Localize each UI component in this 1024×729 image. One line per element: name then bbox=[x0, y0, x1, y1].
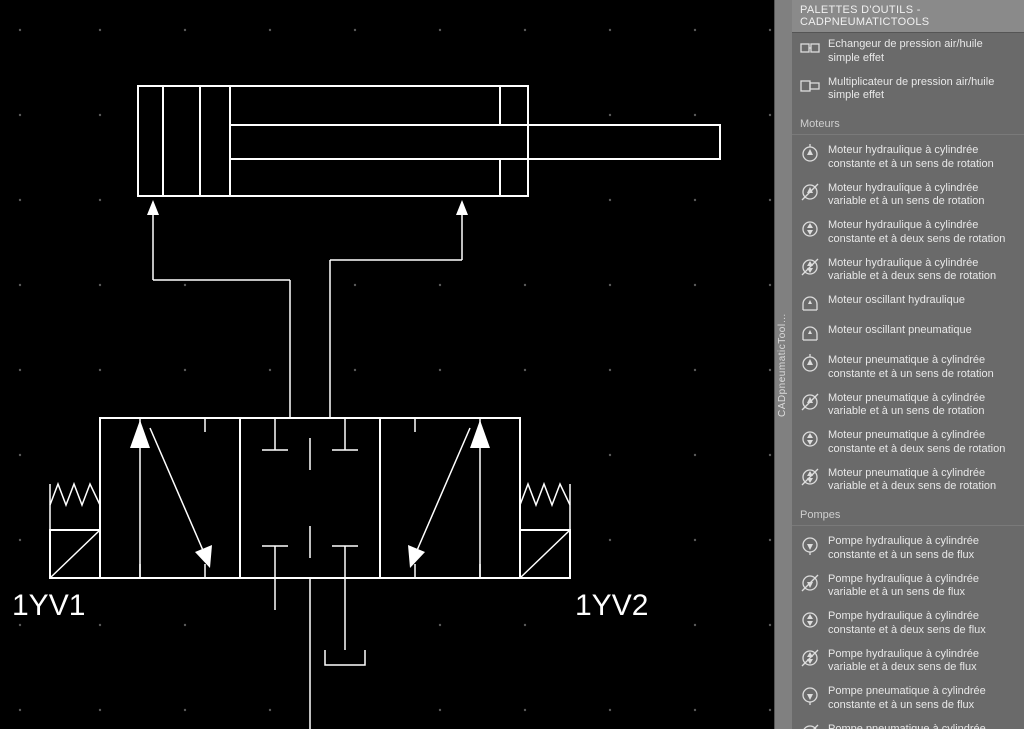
pump-var-1-icon bbox=[800, 573, 820, 593]
tool-0-0[interactable]: Moteur hydraulique à cylindrée constante… bbox=[792, 139, 1024, 177]
tool-0-5[interactable]: Moteur oscillant pneumatique bbox=[792, 319, 1024, 349]
motor-const-1-icon bbox=[800, 354, 820, 374]
solenoid-right bbox=[520, 530, 570, 578]
motor-const-2-icon bbox=[800, 429, 820, 449]
directional-valve bbox=[100, 418, 520, 578]
pump-const-1-icon bbox=[800, 535, 820, 555]
tool-label: Moteur hydraulique à cylindrée variable … bbox=[828, 257, 1016, 285]
palette-title: PALETTES D'OUTILS - CADPNEUMATICTOOLS bbox=[792, 0, 1024, 33]
tool-label: Moteur hydraulique à cylindrée variable … bbox=[828, 182, 1016, 210]
pump-const-2-icon bbox=[800, 610, 820, 630]
tool-top-1[interactable]: Multiplicateur de pression air/huile sim… bbox=[792, 71, 1024, 109]
tool-0-4[interactable]: Moteur oscillant hydraulique bbox=[792, 289, 1024, 319]
spring-left bbox=[50, 484, 100, 530]
tool-label: Moteur pneumatique à cylindrée constante… bbox=[828, 429, 1016, 457]
tool-label: Moteur oscillant hydraulique bbox=[828, 294, 1016, 308]
motor-const-1-icon bbox=[800, 144, 820, 164]
tool-0-2[interactable]: Moteur hydraulique à cylindrée constante… bbox=[792, 214, 1024, 252]
tool-label: Echangeur de pression air/huile simple e… bbox=[828, 38, 1016, 66]
tool-1-4[interactable]: Pompe pneumatique à cylindrée constante … bbox=[792, 680, 1024, 718]
tool-0-9[interactable]: Moteur pneumatique à cylindrée variable … bbox=[792, 462, 1024, 500]
tool-1-5[interactable]: Pompe pneumatique à cylindrée variable e… bbox=[792, 718, 1024, 729]
tool-label: Pompe hydraulique à cylindrée constante … bbox=[828, 535, 1016, 563]
palette-vertical-tab[interactable]: CADpneumaticTool… bbox=[774, 0, 792, 729]
multiplier-icon bbox=[800, 76, 820, 96]
motor-var-1-icon bbox=[800, 182, 820, 202]
grid-dots bbox=[19, 29, 771, 711]
tool-1-2[interactable]: Pompe hydraulique à cylindrée constante … bbox=[792, 605, 1024, 643]
section-header: Pompes bbox=[792, 499, 1024, 526]
tool-top-0[interactable]: Echangeur de pression air/huile simple e… bbox=[792, 33, 1024, 71]
tool-palette: CADpneumaticTool… PALETTES D'OUTILS - CA… bbox=[774, 0, 1024, 729]
ports bbox=[275, 578, 365, 729]
tool-label: Pompe hydraulique à cylindrée variable e… bbox=[828, 648, 1016, 676]
label-1yv1: 1YV1 bbox=[12, 589, 85, 622]
tool-label: Moteur pneumatique à cylindrée variable … bbox=[828, 467, 1016, 495]
connection-lines bbox=[147, 200, 468, 418]
tool-label: Pompe pneumatique à cylindrée variable e… bbox=[828, 723, 1016, 729]
pump-var-1-icon bbox=[800, 723, 820, 729]
tool-0-6[interactable]: Moteur pneumatique à cylindrée constante… bbox=[792, 349, 1024, 387]
motor-var-1-icon bbox=[800, 392, 820, 412]
tool-0-3[interactable]: Moteur hydraulique à cylindrée variable … bbox=[792, 252, 1024, 290]
tool-label: Moteur hydraulique à cylindrée constante… bbox=[828, 219, 1016, 247]
tool-0-1[interactable]: Moteur hydraulique à cylindrée variable … bbox=[792, 177, 1024, 215]
exchanger-icon bbox=[800, 38, 820, 58]
motor-const-2-icon bbox=[800, 219, 820, 239]
tool-1-1[interactable]: Pompe hydraulique à cylindrée variable e… bbox=[792, 568, 1024, 606]
tool-label: Moteur pneumatique à cylindrée variable … bbox=[828, 392, 1016, 420]
pump-const-1-icon bbox=[800, 685, 820, 705]
solenoid-left bbox=[50, 530, 100, 578]
oscillating-icon bbox=[800, 294, 820, 314]
tool-label: Pompe hydraulique à cylindrée constante … bbox=[828, 610, 1016, 638]
tool-label: Multiplicateur de pression air/huile sim… bbox=[828, 76, 1016, 104]
tool-0-7[interactable]: Moteur pneumatique à cylindrée variable … bbox=[792, 387, 1024, 425]
motor-var-2-icon bbox=[800, 257, 820, 277]
tool-label: Moteur pneumatique à cylindrée constante… bbox=[828, 354, 1016, 382]
tool-0-8[interactable]: Moteur pneumatique à cylindrée constante… bbox=[792, 424, 1024, 462]
pump-var-2-icon bbox=[800, 648, 820, 668]
label-1yv2: 1YV2 bbox=[575, 589, 648, 622]
tool-label: Pompe hydraulique à cylindrée variable e… bbox=[828, 573, 1016, 601]
cad-canvas[interactable]: 1YV1 1YV2 bbox=[0, 0, 774, 729]
pneumatic-cylinder bbox=[138, 86, 720, 196]
tool-1-0[interactable]: Pompe hydraulique à cylindrée constante … bbox=[792, 530, 1024, 568]
tool-label: Pompe pneumatique à cylindrée constante … bbox=[828, 685, 1016, 713]
tool-label: Moteur oscillant pneumatique bbox=[828, 324, 1016, 338]
section-header: Moteurs bbox=[792, 108, 1024, 135]
spring-right bbox=[520, 484, 570, 530]
oscillating-icon bbox=[800, 324, 820, 344]
tool-label: Moteur hydraulique à cylindrée constante… bbox=[828, 144, 1016, 172]
tool-1-3[interactable]: Pompe hydraulique à cylindrée variable e… bbox=[792, 643, 1024, 681]
motor-var-2-icon bbox=[800, 467, 820, 487]
